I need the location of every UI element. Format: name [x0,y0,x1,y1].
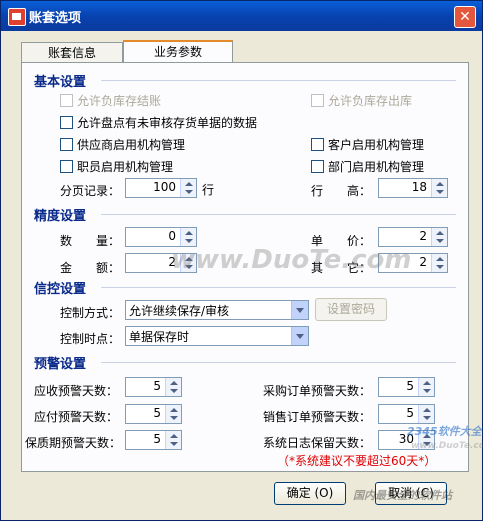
allow-neg-close-checkbox[interactable] [60,94,73,107]
window-title: 账套选项 [29,11,82,26]
alert-settings-heading: 预警设置 [34,357,87,372]
ap-alert-stepper[interactable]: 5 [125,404,182,424]
watermark-center: www.DuoTe.com [171,245,412,275]
dept-org-checkbox[interactable] [311,160,324,173]
spin-up-icon[interactable] [436,182,444,186]
supplier-org-label: 供应商启用机构管理 [77,138,186,152]
control-mode-value: 允许继续保存/审核 [129,304,230,318]
po-alert-value: 5 [406,379,414,393]
price-value: 2 [419,229,427,243]
spin-down-icon[interactable] [436,239,444,243]
row-height-value: 18 [411,180,427,194]
ar-alert-stepper[interactable]: 5 [125,377,182,397]
shelf-alert-label: 保质期预警天数： [25,436,122,450]
spin-up-icon[interactable] [185,182,193,186]
qty-label: 数 量： [60,234,121,248]
page-records-stepper[interactable]: 100 [125,178,197,198]
spin-down-icon[interactable] [423,389,431,393]
so-alert-label: 销售订单预警天数： [263,410,372,424]
qty-precision-stepper[interactable]: 0 [125,227,197,247]
dept-org-label: 部门启用机构管理 [328,160,425,174]
spin-down-icon[interactable] [436,190,444,194]
spin-down-icon[interactable] [170,416,178,420]
control-time-select[interactable]: 单据保存时 [125,326,309,346]
allow-stocktake-checkbox[interactable] [60,116,73,129]
precision-settings-heading: 精度设置 [34,209,87,224]
spin-up-icon[interactable] [423,381,431,385]
page-records-label: 分页记录： [60,184,121,198]
employee-org-checkbox[interactable] [60,160,73,173]
control-mode-select[interactable]: 允许继续保存/审核 [125,300,309,320]
app-icon [8,8,26,26]
chevron-down-icon[interactable] [291,327,308,345]
spin-down-icon[interactable] [185,239,193,243]
spin-down-icon[interactable] [423,416,431,420]
close-button[interactable]: ✕ [454,6,476,28]
customer-org-label: 客户启用机构管理 [328,138,425,152]
ap-alert-value: 5 [153,406,161,420]
page-records-value: 100 [153,180,176,194]
spin-up-icon[interactable] [423,408,431,412]
row-height-label: 行 高： [311,184,372,198]
control-mode-label: 控制方式： [60,306,121,320]
spin-up-icon[interactable] [170,381,178,385]
row-height-stepper[interactable]: 18 [378,178,448,198]
log-retention-label: 系统日志保留天数： [263,436,372,450]
so-alert-stepper[interactable]: 5 [378,404,435,424]
qty-value: 0 [168,229,176,243]
po-alert-label: 采购订单预警天数： [263,384,372,398]
divider [101,80,456,81]
spin-up-icon[interactable] [436,257,444,261]
allow-neg-out-checkbox[interactable] [311,94,324,107]
credit-settings-heading: 信控设置 [34,282,87,297]
spin-up-icon[interactable] [185,231,193,235]
shelf-alert-value: 5 [153,432,161,446]
divider [101,214,456,215]
set-password-button[interactable]: 设置密码 [315,298,387,321]
po-alert-stepper[interactable]: 5 [378,377,435,397]
log-retention-note: （*系统建议不要超过60天*） [277,454,437,468]
divider [101,362,456,363]
page-records-unit: 行 [202,183,215,197]
allow-neg-close-label: 允许负库存结账 [77,94,162,108]
watermark-corner-slogan: 国内最安全的软件站 [353,489,452,502]
employee-org-label: 职员启用机构管理 [77,160,174,174]
title-bar[interactable]: 账套选项 ✕ [1,1,482,31]
shelf-alert-stepper[interactable]: 5 [125,430,182,450]
allow-neg-out-label: 允许负库存出库 [328,94,413,108]
spin-down-icon[interactable] [436,265,444,269]
spin-down-icon[interactable] [185,190,193,194]
ar-alert-value: 5 [153,379,161,393]
ar-alert-label: 应收预警天数： [34,384,119,398]
supplier-org-checkbox[interactable] [60,138,73,151]
chevron-down-icon[interactable] [291,301,308,319]
basic-settings-heading: 基本设置 [34,75,87,90]
spin-up-icon[interactable] [436,231,444,235]
divider [101,287,456,288]
spin-down-icon[interactable] [170,442,178,446]
ap-alert-label: 应付预警天数： [34,410,119,424]
spin-down-icon[interactable] [170,389,178,393]
amount-label: 金 额： [60,261,121,275]
control-time-label: 控制时点： [60,332,121,346]
spin-up-icon[interactable] [170,434,178,438]
control-time-value: 单据保存时 [129,330,190,344]
tab-account-info[interactable]: 账套信息 [21,42,123,63]
other-value: 2 [419,255,427,269]
watermark-corner-url: www.DuoTe.com [411,441,483,451]
customer-org-checkbox[interactable] [311,138,324,151]
allow-stocktake-label: 允许盘点有未审核存货单据的数据 [77,116,258,130]
so-alert-value: 5 [406,406,414,420]
ok-button[interactable]: 确定 (O) [274,482,346,505]
spin-up-icon[interactable] [170,408,178,412]
price-precision-stepper[interactable]: 2 [378,227,448,247]
watermark-corner-title: 2345软件大全 [407,425,482,438]
options-dialog: 账套选项 ✕ 账套信息 业务参数 基本设置 允许负库存结账 允许负库存出库 允许… [0,0,483,521]
